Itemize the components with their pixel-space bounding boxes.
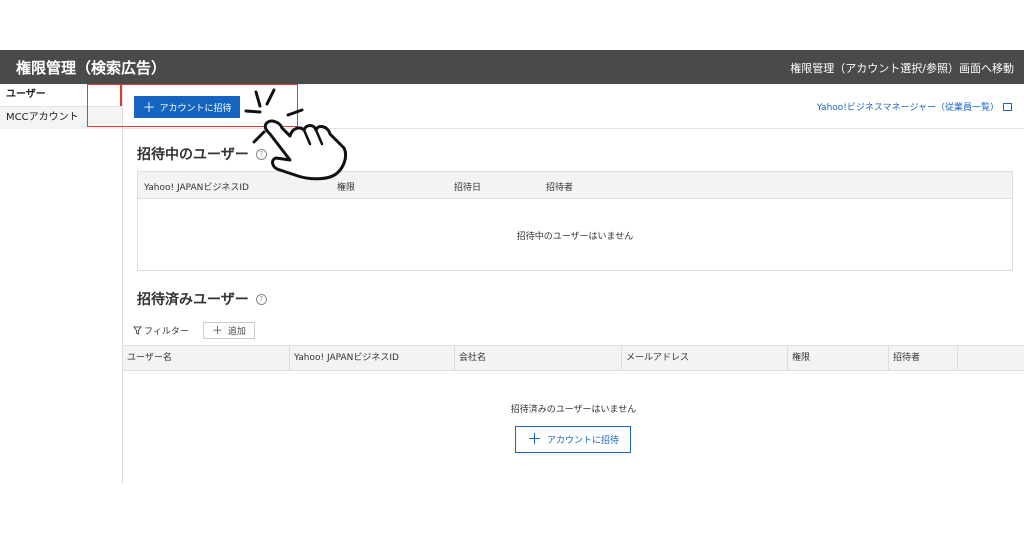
column-header-empty — [957, 346, 1024, 370]
account-select-link[interactable]: 権限管理（アカウント選択/参照）画面へ移動 — [790, 60, 1014, 76]
page-title: 権限管理（検索広告） — [16, 59, 167, 77]
pointing-hand-icon — [244, 88, 348, 181]
pending-users-table: Yahoo! JAPANビジネスID 権限 招待日 招待者 招待中のユーザーはい… — [137, 171, 1013, 271]
invite-account-button-secondary-label: アカウントに招待 — [547, 435, 620, 445]
column-header: Yahoo! JAPANビジネスID — [144, 183, 249, 193]
column-header: 招待者 — [888, 346, 957, 370]
column-header: メールアドレス — [621, 346, 787, 370]
invited-users-title: 招待済みユーザー — [137, 292, 249, 308]
filter-button-label: フィルター — [144, 327, 189, 337]
invite-account-button-secondary[interactable]: ＋ アカウントに招待 — [515, 426, 631, 453]
top-header-bar: 権限管理（検索広告） 権限管理（アカウント選択/参照）画面へ移動 — [0, 50, 1024, 84]
plus-icon: ＋ — [526, 431, 542, 448]
filter-button[interactable]: フィルター — [133, 324, 189, 337]
column-header: Yahoo! JAPANビジネスID — [289, 346, 454, 370]
filter-toolbar: フィルター ＋ 追加 — [133, 322, 255, 339]
invited-empty-message: 招待済みのユーザーはいません — [510, 405, 637, 415]
funnel-icon — [133, 326, 142, 335]
pending-users-title: 招待中のユーザー — [137, 147, 249, 163]
highlight-marker — [120, 84, 122, 106]
add-filter-button[interactable]: ＋ 追加 — [202, 322, 255, 339]
sidebar: ユーザー MCCアカウント — [0, 84, 123, 484]
pending-empty-message: 招待中のユーザーはいません — [516, 232, 634, 242]
question-circle-icon[interactable]: ? — [255, 293, 267, 305]
business-manager-link-label: Yahoo!ビジネスマネージャー（従業員一覧） — [816, 103, 999, 113]
add-filter-button-label: 追加 — [227, 327, 246, 337]
business-manager-link[interactable]: Yahoo!ビジネスマネージャー（従業員一覧） — [817, 100, 1012, 113]
column-header: 招待者 — [546, 183, 574, 193]
table-header: ユーザー名 Yahoo! JAPANビジネスID 会社名 メールアドレス 権限 … — [123, 345, 1024, 371]
column-header: 招待日 — [454, 183, 482, 193]
column-header: 会社名 — [454, 346, 621, 370]
external-link-icon — [1003, 103, 1012, 111]
column-header: ユーザー名 — [127, 353, 172, 363]
invited-users-table: ユーザー名 Yahoo! JAPANビジネスID 会社名 メールアドレス 権限 … — [123, 345, 1024, 415]
plus-icon: ＋ — [211, 324, 223, 337]
column-header: 権限 — [787, 346, 888, 370]
invited-users-heading: 招待済みユーザー ? — [137, 289, 267, 309]
